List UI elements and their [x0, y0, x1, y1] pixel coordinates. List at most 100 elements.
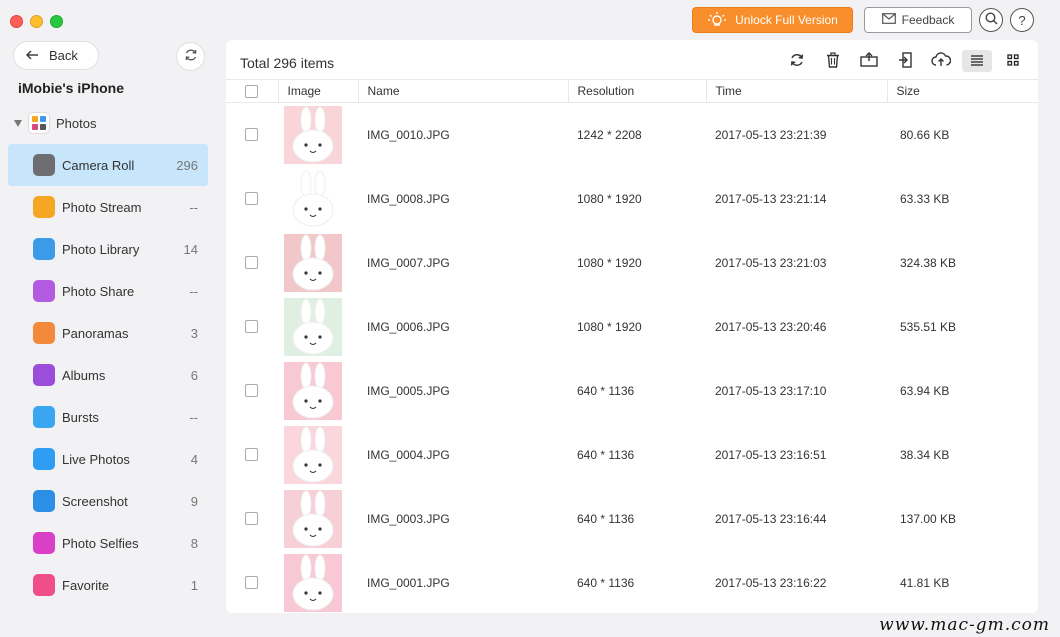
list-view-button[interactable]: [962, 50, 992, 72]
sidebar-item-photo-selfies[interactable]: Photo Selfies 8: [8, 522, 208, 564]
row-checkbox[interactable]: [245, 576, 258, 589]
row-checkbox[interactable]: [245, 448, 258, 461]
upload-to-cloud-button[interactable]: [926, 50, 956, 72]
row-checkbox[interactable]: [245, 320, 258, 333]
export-to-computer-button[interactable]: [854, 50, 884, 72]
panorama-icon: [33, 322, 55, 344]
photo-thumbnail[interactable]: [284, 361, 342, 420]
thumbnail-cell: [278, 423, 358, 487]
sidebar-item-camera-roll[interactable]: Camera Roll 296: [8, 144, 208, 186]
back-button[interactable]: Back: [13, 41, 99, 70]
resolution-cell: 640 * 1136: [577, 447, 635, 462]
sidebar-item-count: 9: [190, 493, 198, 509]
name-column-header[interactable]: Name: [358, 79, 569, 103]
window-controls: [10, 15, 63, 28]
photo-thumbnail[interactable]: [284, 169, 342, 228]
sidebar-item-live-photos[interactable]: Live Photos 4: [8, 438, 208, 480]
thumbnail-cell: [278, 167, 358, 231]
sidebar-item-favorite[interactable]: Favorite 1: [8, 564, 208, 606]
photo-thumbnail[interactable]: [284, 105, 342, 164]
search-icon: [984, 12, 998, 28]
row-select-cell: [226, 103, 278, 167]
refresh-device-button[interactable]: [176, 42, 205, 71]
trash-icon: [826, 51, 840, 71]
help-button[interactable]: ?: [1010, 8, 1034, 32]
sidebar-item-label: Live Photos: [62, 451, 130, 467]
screenshot-icon: [33, 490, 55, 512]
row-select-cell: [226, 231, 278, 295]
camera-icon: [33, 154, 55, 176]
select-all-checkbox[interactable]: [245, 84, 258, 98]
sidebar-item-photo-share[interactable]: Photo Share --: [8, 270, 208, 312]
refresh-button[interactable]: [782, 50, 812, 72]
time-cell: 2017-05-13 23:17:10: [715, 383, 827, 398]
unlock-full-version-button[interactable]: Unlock Full Version: [692, 7, 853, 33]
photo-table: Image Name Resolution Time Size IMG_0010…: [226, 79, 1038, 613]
file-name-cell: IMG_0003.JPG: [367, 511, 450, 526]
photo-thumbnail[interactable]: [284, 553, 342, 612]
table-row[interactable]: IMG_0008.JPG 1080 * 1920 2017-05-13 23:21:…: [226, 167, 1038, 231]
unlock-label: Unlock Full Version: [735, 13, 838, 27]
photo-thumbnail[interactable]: [284, 425, 342, 484]
search-button[interactable]: [979, 8, 1003, 32]
photos-section-label: Photos: [56, 115, 97, 131]
minimize-window-button[interactable]: [30, 15, 43, 28]
size-cell: 80.66 KB: [900, 127, 950, 142]
table-row[interactable]: IMG_0003.JPG 640 * 1136 2017-05-13 23:16:4…: [226, 487, 1038, 551]
sidebar-item-label: Favorite: [62, 577, 109, 593]
time-column-header[interactable]: Time: [706, 79, 888, 103]
resolution-cell: 640 * 1136: [577, 383, 635, 398]
size-column-header[interactable]: Size: [887, 79, 1038, 103]
sidebar-item-count: 296: [176, 157, 198, 173]
select-all-header: [226, 79, 279, 103]
table-row[interactable]: IMG_0010.JPG 1242 * 2208 2017-05-13 23:21:…: [226, 103, 1038, 167]
image-column-header[interactable]: Image: [278, 79, 359, 103]
row-checkbox[interactable]: [245, 256, 258, 269]
row-checkbox[interactable]: [245, 192, 258, 205]
back-label: Back: [49, 48, 78, 63]
sidebar-item-photo-stream[interactable]: Photo Stream --: [8, 186, 208, 228]
feedback-button[interactable]: Feedback: [864, 7, 972, 33]
sidebar-item-label: Photo Selfies: [62, 535, 139, 551]
resolution-cell: 640 * 1136: [577, 575, 635, 590]
photo-thumbnail[interactable]: [284, 297, 342, 356]
photo-thumbnail[interactable]: [284, 489, 342, 548]
sidebar-item-panoramas[interactable]: Panoramas 3: [8, 312, 208, 354]
sidebar-item-screenshot[interactable]: Screenshot 9: [8, 480, 208, 522]
sidebar-item-photo-library[interactable]: Photo Library 14: [8, 228, 208, 270]
sidebar-item-label: Photo Share: [62, 283, 135, 299]
table-row[interactable]: IMG_0007.JPG 1080 * 1920 2017-05-13 23:21:…: [226, 231, 1038, 295]
sidebar-item-albums[interactable]: Albums 6: [8, 354, 208, 396]
delete-button[interactable]: [818, 50, 848, 72]
disclosure-triangle-icon[interactable]: [14, 119, 22, 127]
sidebar-item-bursts[interactable]: Bursts --: [8, 396, 208, 438]
close-window-button[interactable]: [10, 15, 23, 28]
photo-thumbnail[interactable]: [284, 233, 342, 292]
size-cell: 63.33 KB: [900, 191, 950, 206]
row-select-cell: [226, 295, 278, 359]
row-checkbox[interactable]: [245, 384, 258, 397]
sidebar-item-count: 8: [190, 535, 198, 551]
help-icon: ?: [1018, 12, 1026, 28]
table-row[interactable]: IMG_0004.JPG 640 * 1136 2017-05-13 23:16:5…: [226, 423, 1038, 487]
row-checkbox[interactable]: [245, 128, 258, 142]
table-row[interactable]: IMG_0001.JPG 640 * 1136 2017-05-13 23:16:2…: [226, 551, 1038, 614]
row-select-cell: [226, 423, 278, 487]
size-cell: 535.51 KB: [900, 319, 957, 334]
file-name-cell: IMG_0005.JPG: [367, 383, 450, 398]
send-to-device-button[interactable]: [890, 50, 920, 72]
maximize-window-button[interactable]: [50, 15, 63, 28]
bursts-icon: [33, 406, 55, 428]
sidebar-item-count: --: [189, 409, 198, 425]
thumbnail-cell: [278, 103, 358, 167]
resolution-column-header[interactable]: Resolution: [568, 79, 707, 103]
grid-view-button[interactable]: [998, 50, 1028, 72]
photos-section-header[interactable]: Photos: [14, 112, 96, 134]
table-row[interactable]: IMG_0005.JPG 640 * 1136 2017-05-13 23:17:1…: [226, 359, 1038, 423]
thumbnail-cell: [278, 231, 358, 295]
sidebar-item-count: 6: [190, 367, 198, 383]
sidebar-item-label: Panoramas: [62, 325, 129, 341]
row-checkbox[interactable]: [245, 512, 258, 525]
table-row[interactable]: IMG_0006.JPG 1080 * 1920 2017-05-13 23:20:…: [226, 295, 1038, 359]
light-bulb-icon: [707, 11, 727, 30]
